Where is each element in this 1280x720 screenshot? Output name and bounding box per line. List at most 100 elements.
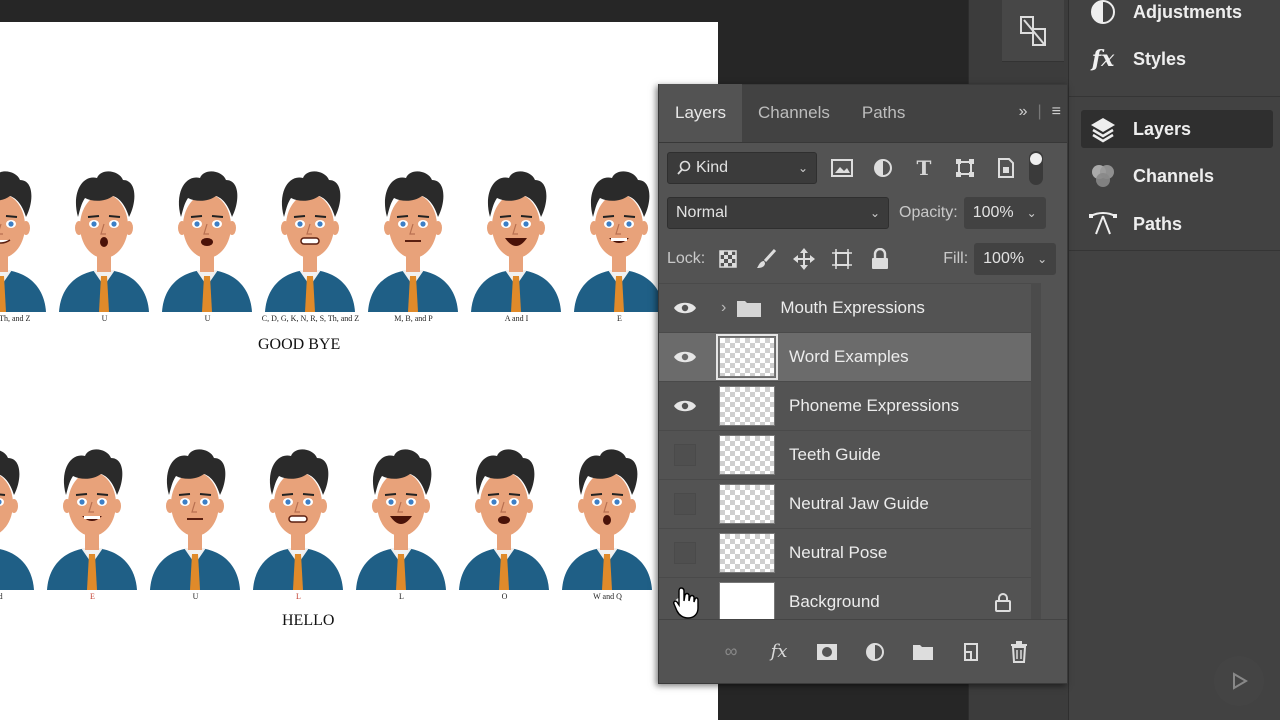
folder-icon[interactable] [909, 638, 937, 666]
lock-transparent-icon[interactable] [713, 244, 743, 274]
document-canvas[interactable]: E, R, S, Th, and Z U U C, D, G, K, N, R, S,… [0, 22, 718, 720]
tab-paths[interactable]: Paths [846, 84, 921, 142]
paths-icon [1085, 209, 1121, 239]
phoneme-caption: W and Q [593, 592, 622, 601]
dock-item-label: Styles [1133, 48, 1187, 69]
layer-row-mouth-expressions[interactable]: › Mouth Expressions [659, 283, 1039, 332]
dock-item-channels[interactable]: Channels [1081, 157, 1273, 195]
link-layers-icon[interactable]: ∞ [717, 638, 745, 666]
layer-name: Phoneme Expressions [789, 396, 960, 415]
phoneme-caption: E, R, S, Th, and Z [0, 314, 31, 323]
filter-toggle[interactable] [1029, 151, 1043, 185]
chevron-down-icon: ⌄ [869, 206, 880, 220]
layer-list: › Mouth Expressions Word Examples Phonem… [659, 283, 1039, 626]
dock-item-paths[interactable]: Paths [1081, 205, 1273, 243]
panel-footer: ∞ fx [659, 619, 1067, 683]
phoneme-caption: O [501, 592, 508, 601]
panel-menu-icon[interactable]: ≡ [1052, 103, 1061, 121]
separator: | [1037, 103, 1042, 120]
smart-object-filter-icon[interactable] [991, 153, 1021, 183]
visibility-toggle[interactable] [659, 529, 711, 578]
character-face-illustration: O [453, 440, 556, 601]
fill-label: Fill: [943, 250, 969, 267]
fx-icon[interactable]: fx [765, 638, 793, 666]
dock-item-label: Channels [1133, 165, 1215, 186]
layer-row-neutral-jaw-guide[interactable]: Neutral Jaw Guide [659, 479, 1039, 528]
opacity-value: 100% [972, 204, 1014, 221]
artboard-icon[interactable] [827, 244, 857, 274]
layer-row-neutral-pose[interactable]: Neutral Pose [659, 528, 1039, 577]
opacity-field[interactable]: 100% ⌄ [963, 197, 1046, 229]
character-face-illustration: M, B, and P [362, 162, 465, 323]
character-face-illustration: E, R, S, Th, and Z [0, 162, 53, 323]
properties-tool-button[interactable] [1002, 0, 1064, 62]
visibility-toggle[interactable] [659, 382, 711, 431]
word-label-hello: HELLO [282, 612, 335, 629]
character-face-illustration: E [568, 162, 671, 323]
character-face-illustration: L [350, 440, 453, 601]
shape-filter-icon[interactable] [950, 153, 980, 183]
properties-icon [1020, 15, 1046, 46]
eye-icon [674, 302, 696, 314]
opacity-label: Opacity: [899, 204, 958, 221]
visibility-toggle[interactable] [659, 333, 711, 382]
visibility-toggle[interactable] [659, 431, 711, 480]
dock-item-styles[interactable]: fx Styles [1081, 40, 1273, 78]
photoshop-workspace: E, R, S, Th, and Z U U C, D, G, K, N, R, S,… [0, 0, 1280, 720]
dock-item-label: Paths [1133, 213, 1183, 234]
layers-icon [1085, 114, 1121, 144]
chevron-down-icon: ⌄ [1037, 252, 1048, 266]
lock-label: Lock: [667, 250, 706, 267]
phoneme-caption: Relaxed [0, 592, 3, 601]
filter-row: Kind ⌄ T [667, 151, 1043, 185]
move-icon[interactable] [789, 244, 819, 274]
fill-field[interactable]: 100% ⌄ [974, 243, 1057, 275]
collapse-panel-icon[interactable]: » [1019, 103, 1028, 121]
hidden-visibility-box [674, 542, 696, 564]
brush-icon[interactable] [751, 244, 781, 274]
dock-item-layers[interactable]: Layers [1081, 110, 1273, 148]
new-layer-icon[interactable] [957, 638, 985, 666]
phoneme-caption: C, D, G, K, N, R, S, Th, and Z [261, 314, 360, 323]
layer-thumbnail [719, 386, 775, 426]
layer-row-teeth-guide[interactable]: Teeth Guide [659, 430, 1039, 479]
right-dock: Adjustments fx Styles Layers Channels Pa… [1068, 0, 1280, 720]
type-filter-icon[interactable]: T [909, 153, 939, 183]
layer-row-phoneme-expressions[interactable]: Phoneme Expressions [659, 381, 1039, 430]
phoneme-caption: E [90, 592, 95, 601]
fill-value: 100% [983, 250, 1025, 267]
adjustment-layer-icon[interactable] [861, 638, 889, 666]
play-icon[interactable] [1214, 656, 1264, 706]
layer-row-word-examples[interactable]: Word Examples [659, 332, 1039, 381]
layer-thumbnail [719, 533, 775, 573]
word-label-goodbye: GOOD BYE [258, 336, 341, 353]
character-face-illustration: W and Q [556, 440, 659, 601]
layer-thumbnail [716, 334, 778, 380]
panel-tab-controls: » | ≡ [1019, 103, 1061, 121]
dock-item-adjustments[interactable]: Adjustments [1081, 0, 1273, 31]
trash-icon[interactable] [1005, 638, 1033, 666]
eye-icon [674, 351, 696, 363]
blend-mode-dropdown[interactable]: Normal ⌄ [667, 197, 889, 229]
tab-channels[interactable]: Channels [742, 84, 846, 142]
filter-kind-dropdown[interactable]: Kind ⌄ [667, 152, 817, 184]
filter-kind-value: Kind [696, 159, 729, 176]
visibility-toggle[interactable] [659, 480, 711, 529]
panel-tabs: Layers Channels Paths » | ≡ [659, 84, 1067, 143]
lock-icon[interactable] [865, 244, 895, 274]
adjustment-filter-icon[interactable] [868, 153, 898, 183]
eye-icon [674, 400, 696, 412]
blend-row: Normal ⌄ Opacity: 100% ⌄ [667, 197, 1046, 229]
tab-layers[interactable]: Layers [659, 84, 743, 142]
character-face-illustration: L [247, 440, 350, 601]
character-face-illustration: U [144, 440, 247, 601]
fx-icon: fx [1091, 46, 1115, 72]
visibility-toggle[interactable] [659, 284, 711, 333]
phoneme-caption: U [192, 592, 199, 601]
layer-list-scrollbar[interactable] [1031, 283, 1041, 623]
chevron-right-icon[interactable]: › [721, 299, 726, 317]
face-row-bottom: Relaxed E U L L O W and Q [0, 440, 659, 601]
pixel-filter-icon[interactable] [827, 153, 857, 183]
add-mask-icon[interactable] [813, 638, 841, 666]
layer-thumbnail [719, 484, 775, 524]
